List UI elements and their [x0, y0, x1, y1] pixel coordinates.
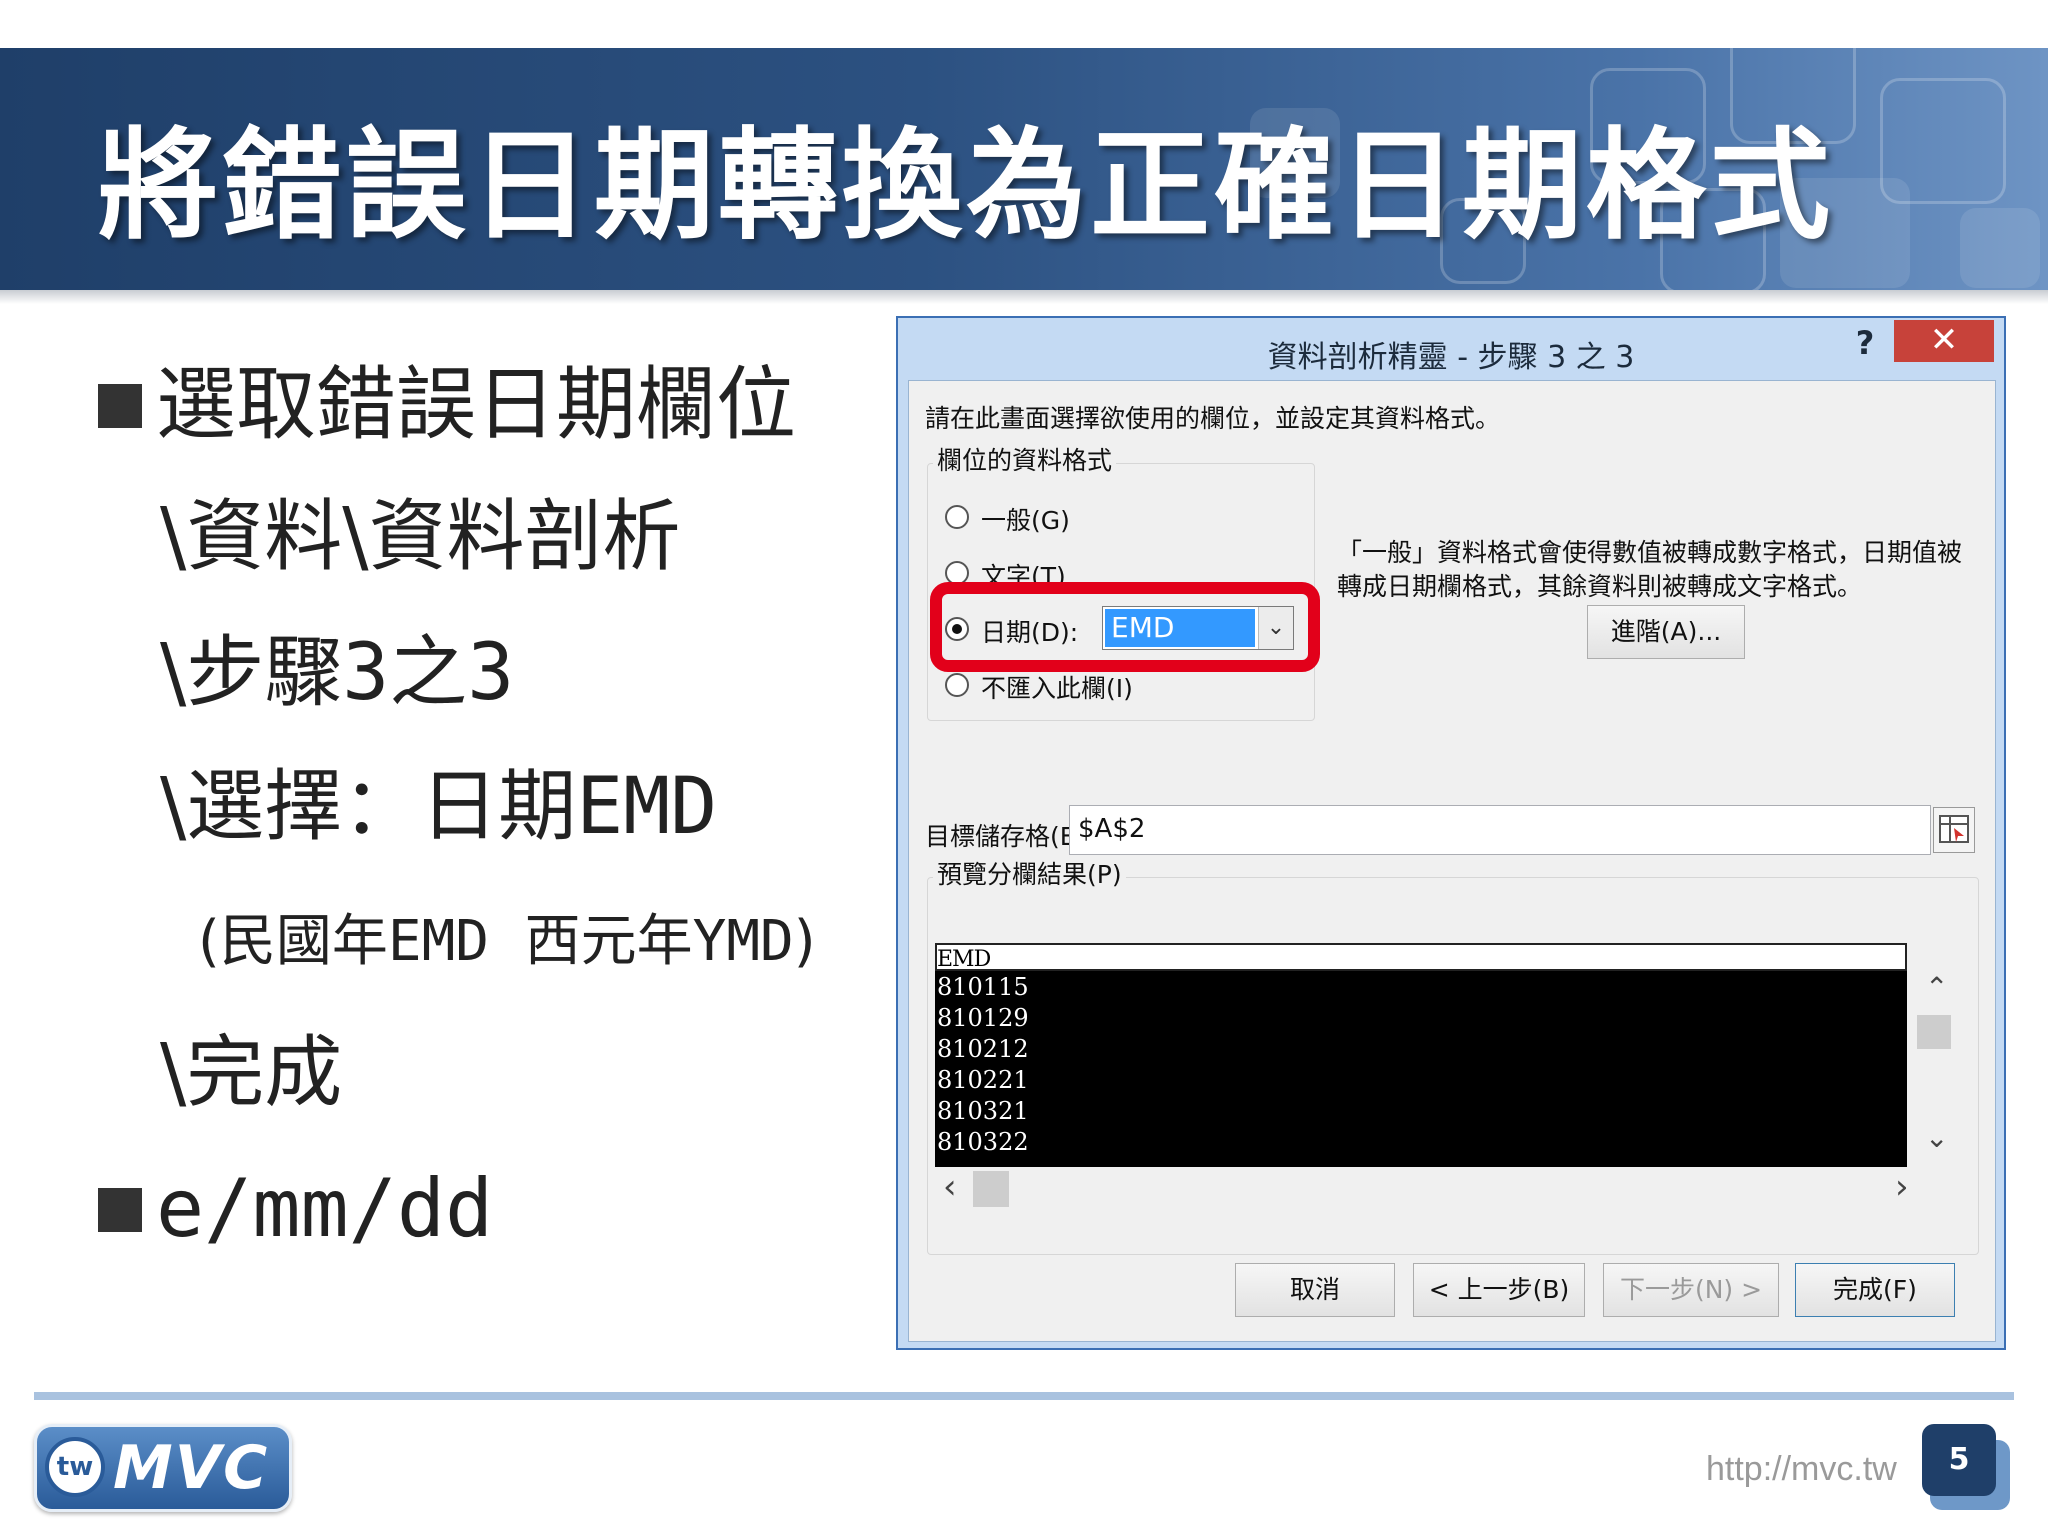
footer-divider [34, 1392, 2014, 1400]
bullet-item-2: e/mm/dd [98, 1162, 493, 1255]
preview-data-area[interactable]: 810115 810129 810212 810221 810321 81032… [935, 971, 1907, 1167]
title-banner: 將錯誤日期轉換為正確日期格式 [0, 48, 2048, 290]
sub-line-3-code: EMD [576, 762, 718, 852]
preview-header-text: EMD [937, 947, 991, 972]
bullet-item-1: 選取錯誤日期欄位 [98, 340, 796, 456]
collapse-dialog-button[interactable] [1933, 807, 1975, 853]
help-icon[interactable]: ? [1850, 324, 1880, 362]
slide: 將錯誤日期轉換為正確日期格式 選取錯誤日期欄位 \資料\資料剖析 \步驟3之3 … [0, 0, 2048, 1536]
preview-row: 810221 [937, 1066, 1029, 1094]
dialog-body: 請在此畫面選擇欲使用的欄位，並設定其資料格式。 欄位的資料格式 一般(G) 文字… [908, 380, 1996, 1342]
square-bullet-icon [98, 384, 142, 428]
logo-text: MVC [113, 1433, 270, 1503]
sub-line-4: (民國年EMD 西元年YMD) [198, 896, 816, 977]
preview-row: 810212 [937, 1035, 1029, 1063]
bullet-text: e/mm/dd [156, 1162, 494, 1255]
page-number: 5 [1922, 1424, 1996, 1496]
footer-url: http://mvc.tw [1706, 1450, 1897, 1488]
preview-row: 810129 [937, 1004, 1029, 1032]
back-button[interactable]: < 上一步(B) [1413, 1263, 1585, 1317]
sub-line-4-open: (民國年 [198, 909, 388, 974]
horizontal-scroll-thumb[interactable] [973, 1171, 1009, 1207]
sub-line-2: \步驟3之3 [160, 610, 514, 722]
highlight-annotation [930, 582, 1320, 672]
banner-shadow [0, 290, 2048, 304]
format-description-line-1: 「一般」資料格式會使得數值被轉成數字格式，日期值被 [1337, 538, 1963, 567]
sub-line-4-mid: 西元年 [489, 909, 693, 974]
sub-line-3: \選擇：日期EMD [160, 744, 717, 856]
preview-label: 預覽分欄結果(P) [933, 855, 1126, 891]
format-group-label: 欄位的資料格式 [933, 441, 1117, 477]
destination-value: $A$2 [1078, 814, 1146, 844]
sub-line-3-prefix: \選擇：日期 [160, 762, 577, 852]
scroll-left-icon[interactable]: ‹ [943, 1167, 957, 1207]
finish-button[interactable]: 完成(F) [1795, 1263, 1955, 1317]
sub-line-5: \完成 [160, 1028, 343, 1118]
instruction-text: 請在此畫面選擇欲使用的欄位，並設定其資料格式。 [925, 404, 1501, 433]
scroll-down-icon[interactable]: ⌄ [1925, 1121, 1948, 1154]
sub-line-2-num-b: 3 [467, 628, 515, 718]
format-description-line-2: 轉成日期欄格式，其餘資料則被轉成文字格式。 [1337, 572, 1863, 601]
cancel-button[interactable]: 取消 [1235, 1263, 1395, 1317]
radio-general[interactable] [945, 505, 969, 529]
dialog-titlebar[interactable]: 資料剖析精靈 - 步驟 3 之 3 ? ✕ [898, 318, 2004, 380]
advanced-button[interactable]: 進階(A)... [1587, 605, 1745, 659]
preview-column-header[interactable]: EMD [935, 943, 1907, 972]
scroll-up-icon[interactable]: ⌃ [1925, 971, 1948, 1004]
radio-skip[interactable] [945, 673, 969, 697]
preview-pane[interactable]: EMD 810115 810129 810212 810221 810321 8… [933, 943, 1977, 1235]
scroll-right-icon[interactable]: › [1895, 1167, 1909, 1207]
radio-general-label[interactable]: 一般(G) [981, 501, 1070, 537]
next-button[interactable]: 下一步(N) > [1603, 1263, 1779, 1317]
sub-line-4-close: ) [793, 909, 816, 974]
sub-line-2-num-a: 3 [342, 628, 390, 718]
preview-row: 810321 [937, 1097, 1029, 1125]
sub-line-4-code-a: EMD [387, 909, 490, 974]
mvc-logo: tw MVC [34, 1424, 292, 1512]
close-button[interactable]: ✕ [1894, 320, 1994, 362]
preview-vertical-scrollbar[interactable]: ⌃ ⌄ [1913, 971, 1969, 1167]
preview-row: 810322 [937, 1128, 1029, 1156]
destination-input[interactable]: $A$2 [1069, 805, 1931, 855]
radio-skip-label[interactable]: 不匯入此欄(I) [981, 669, 1133, 705]
preview-row: 810115 [937, 973, 1029, 1001]
dialog-title: 資料剖析精靈 - 步驟 3 之 3 [1267, 340, 1635, 375]
vertical-scroll-thumb[interactable] [1917, 1015, 1951, 1049]
logo-tw-badge: tw [45, 1437, 105, 1497]
preview-horizontal-scrollbar[interactable]: ‹ › [935, 1167, 1935, 1209]
sub-line-4-code-b: YMD [692, 909, 794, 974]
sub-line-2-prefix: \步驟 [160, 628, 343, 718]
square-bullet-icon [98, 1188, 142, 1232]
slide-title: 將錯誤日期轉換為正確日期格式 [98, 117, 1834, 256]
range-select-icon [1939, 815, 1969, 843]
text-wizard-dialog: 資料剖析精靈 - 步驟 3 之 3 ? ✕ 請在此畫面選擇欲使用的欄位，並設定其… [896, 316, 2006, 1350]
bullet-text: 選取錯誤日期欄位 [156, 358, 796, 451]
sub-line-2-mid: 之 [389, 628, 468, 718]
sub-line-1: \資料\資料剖析 [160, 492, 681, 582]
